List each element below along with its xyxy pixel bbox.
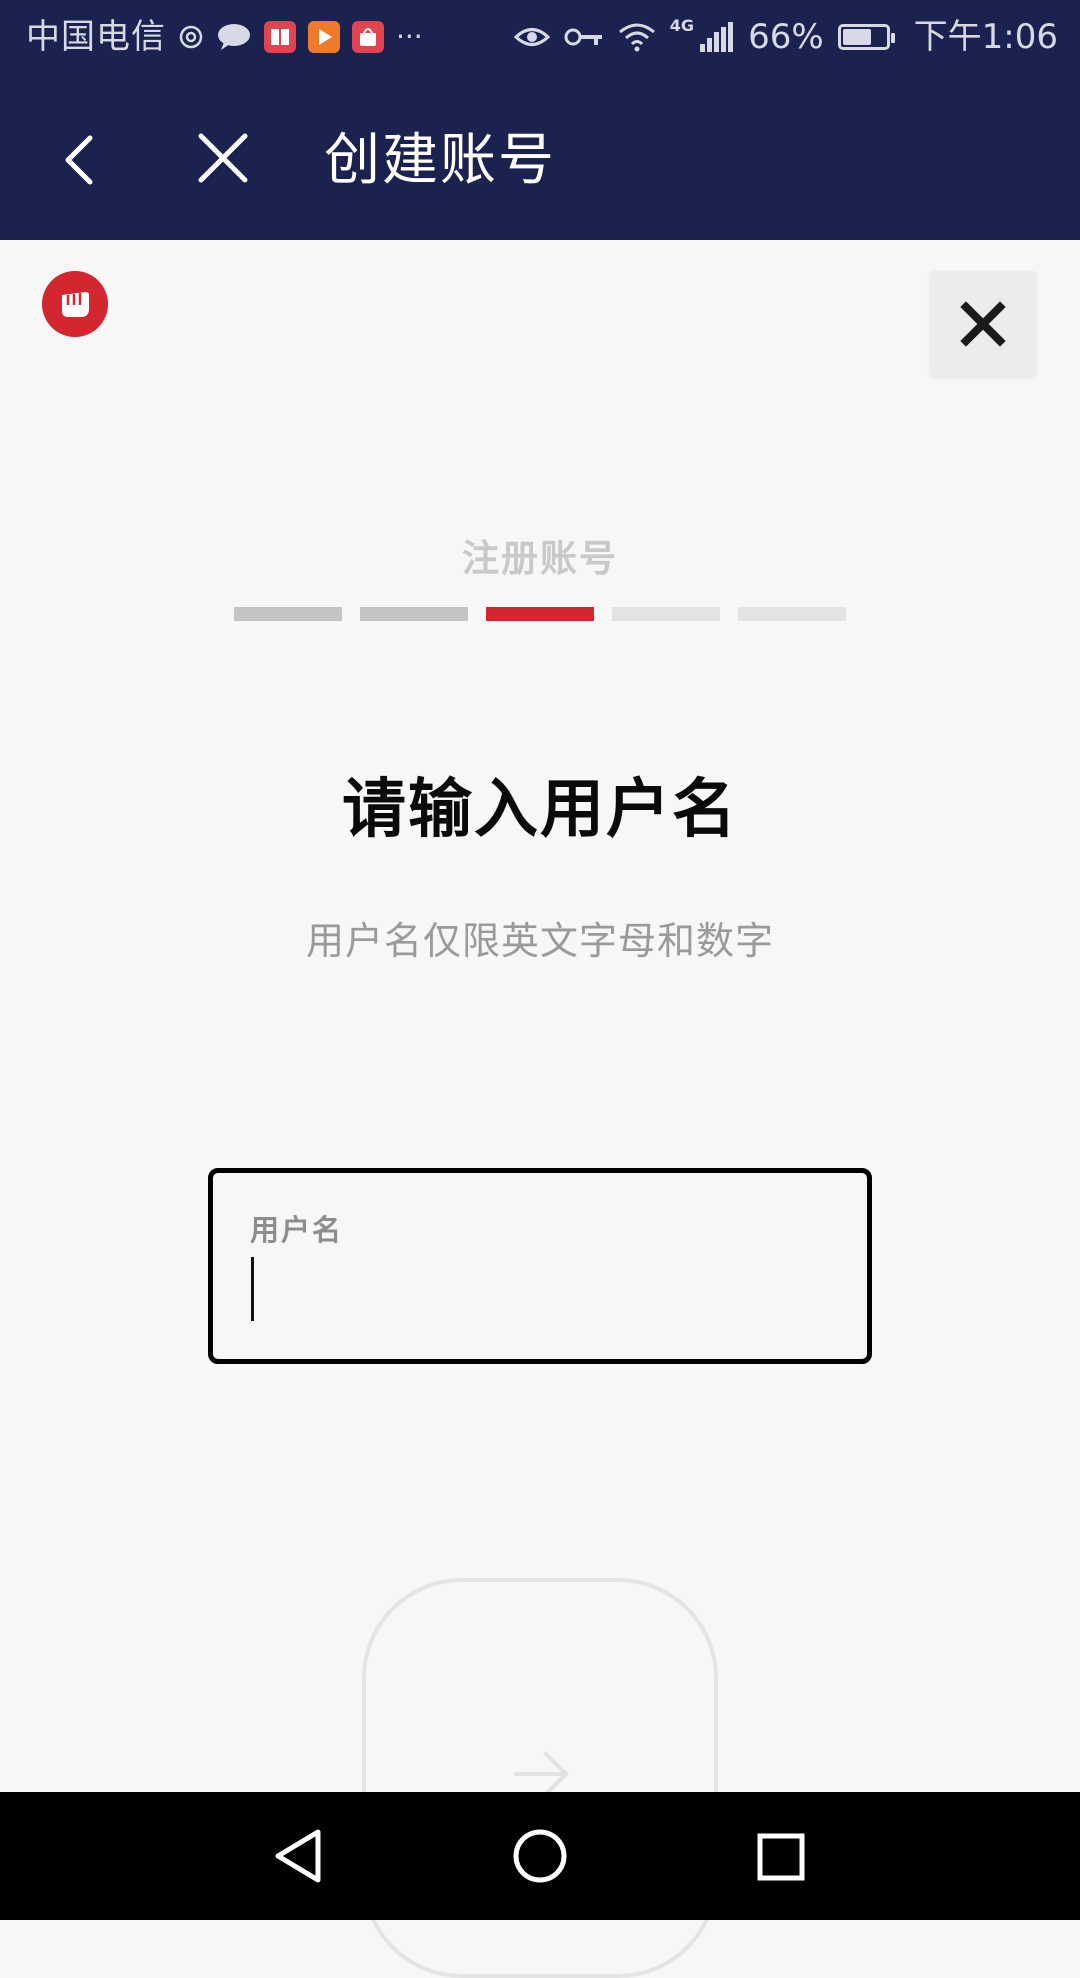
dismiss-button[interactable] [930,271,1036,377]
username-input[interactable] [250,1257,830,1323]
battery-percent: 66% [748,17,824,57]
page-title: 创建账号 [324,128,556,193]
video-app-icon [308,21,340,53]
battery-icon [837,24,895,50]
app-bar: 创建账号 [0,76,1080,240]
progress-step-3 [486,607,594,621]
notification-overflow: ··· [396,20,423,53]
book-app-icon [264,21,296,53]
heading: 请输入用户名 [342,773,738,847]
eye-comfort-icon [513,28,550,46]
text-caret [251,1257,254,1321]
progress-step-1 [234,607,342,621]
circle-home-icon [513,1829,567,1883]
step-progress [234,607,846,621]
back-button[interactable] [48,120,128,200]
chevron-left-icon [65,135,93,185]
nav-home-button[interactable] [508,1824,572,1888]
step-title: 注册账号 [462,537,618,580]
close-icon [198,133,248,183]
triangle-back-icon [275,1829,321,1883]
progress-step-5 [738,607,846,621]
nfc-icon [179,25,203,49]
username-hint: 用户名仅限英文字母和数字 [305,919,774,963]
square-recents-icon [757,1833,805,1881]
username-label: 用户名 [250,1213,344,1247]
vpn-key-icon [564,28,602,46]
status-time: 下午1:06 [913,17,1058,57]
carrier-name: 中国电信 [26,17,166,57]
system-nav-bar [0,1792,1080,1920]
status-bar: 中国电信 ··· 4G 66% 下午1:06 [0,0,1080,76]
close-webview-button[interactable] [185,120,265,200]
message-icon [218,24,250,50]
fist-logo-icon [42,271,108,337]
signal-strength-icon [700,22,734,52]
mall-app-icon [352,21,384,53]
network-type: 4G [669,16,695,35]
username-field[interactable]: 用户名 [208,1168,872,1364]
progress-step-2 [360,607,468,621]
nav-recents-button[interactable] [748,1824,812,1888]
progress-step-4 [612,607,720,621]
close-icon [960,301,1006,347]
wifi-icon [618,23,655,52]
nav-back-button[interactable] [268,1824,332,1888]
